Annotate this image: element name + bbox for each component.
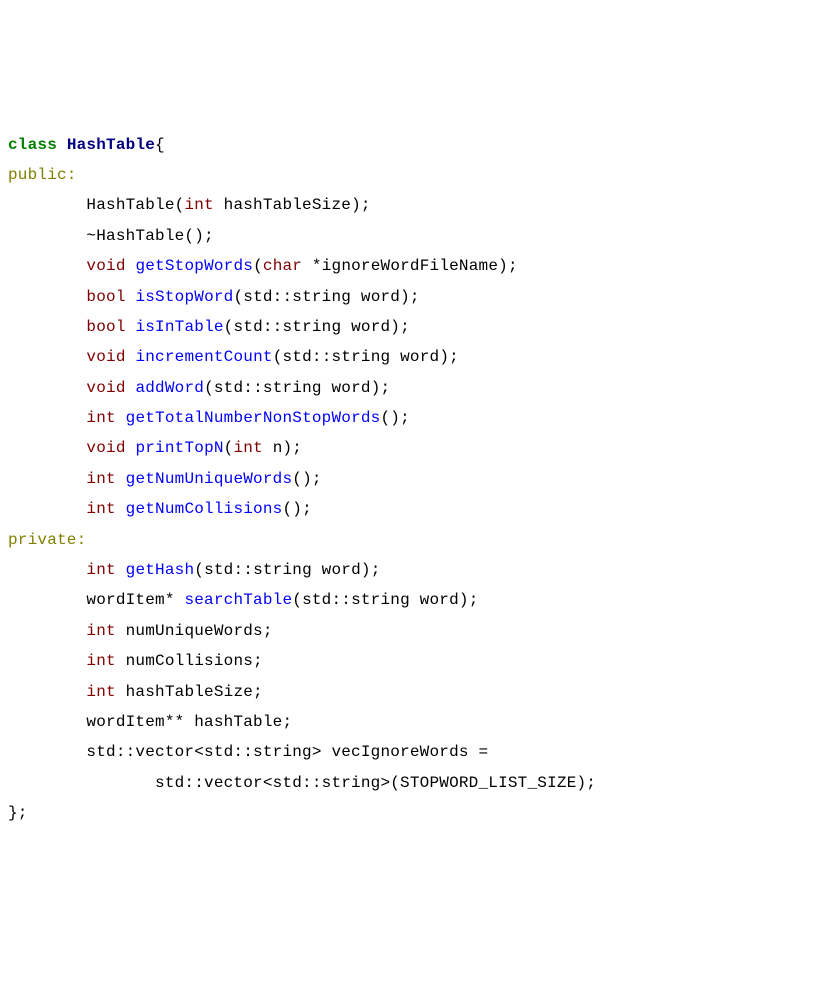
code-token: numCollisions; (116, 652, 263, 670)
code-token: std::vector<std::string> vecIgnoreWords … (8, 743, 488, 761)
code-token: (); (282, 500, 311, 518)
code-token (8, 683, 86, 701)
code-token: { (155, 136, 165, 154)
code-token: int (86, 409, 115, 427)
code-token: int (86, 470, 115, 488)
code-token: n); (263, 439, 302, 457)
code-token: void (86, 379, 125, 397)
code-token (8, 561, 86, 579)
code-token (126, 348, 136, 366)
code-token: wordItem* (8, 591, 184, 609)
code-token (8, 622, 86, 640)
code-token (8, 500, 86, 518)
code-token: (std::string word); (273, 348, 459, 366)
code-token (8, 288, 86, 306)
code-token: ( (253, 257, 263, 275)
code-token (8, 409, 86, 427)
code-token: (std::string word); (224, 318, 410, 336)
code-token: int (86, 561, 115, 579)
code-token (126, 257, 136, 275)
code-token: private: (8, 531, 86, 549)
code-token: getStopWords (135, 257, 253, 275)
code-token: (); (292, 470, 321, 488)
code-token: int (233, 439, 262, 457)
code-token (126, 439, 136, 457)
code-token (116, 409, 126, 427)
code-token: class (8, 136, 57, 154)
code-token: incrementCount (135, 348, 272, 366)
code-token (126, 288, 136, 306)
code-token (8, 348, 86, 366)
code-token: isInTable (135, 318, 223, 336)
code-token (8, 318, 86, 336)
code-token (57, 136, 67, 154)
code-token: (std::string word); (204, 379, 390, 397)
code-token: bool (86, 288, 125, 306)
code-token: isStopWord (135, 288, 233, 306)
code-token: (std::string word); (233, 288, 419, 306)
code-token: int (86, 622, 115, 640)
code-token (116, 561, 126, 579)
code-token (8, 379, 86, 397)
code-token: bool (86, 318, 125, 336)
code-token: getNumCollisions (126, 500, 283, 518)
code-token: getNumUniqueWords (126, 470, 293, 488)
code-token (126, 379, 136, 397)
code-token: void (86, 348, 125, 366)
code-token: char (263, 257, 302, 275)
code-token: hashTableSize); (214, 196, 371, 214)
code-token (126, 318, 136, 336)
code-token: ( (224, 439, 234, 457)
code-token: HashTable( (8, 196, 184, 214)
code-token: (); (380, 409, 409, 427)
code-token (8, 439, 86, 457)
code-token: ~HashTable(); (8, 227, 214, 245)
code-token: void (86, 439, 125, 457)
code-token: int (184, 196, 213, 214)
code-token: getTotalNumberNonStopWords (126, 409, 381, 427)
code-token: int (86, 500, 115, 518)
code-token (8, 470, 86, 488)
code-token: std::vector<std::string>(STOPWORD_LIST_S… (8, 774, 596, 792)
code-token: public: (8, 166, 77, 184)
code-token (8, 652, 86, 670)
code-token: HashTable (67, 136, 155, 154)
code-token: }; (8, 804, 28, 822)
code-token: void (86, 257, 125, 275)
code-token: numUniqueWords; (116, 622, 273, 640)
code-token: printTopN (135, 439, 223, 457)
code-snippet: class HashTable{ public: HashTable(int h… (8, 130, 823, 829)
code-token: searchTable (184, 591, 292, 609)
code-token: (std::string word); (194, 561, 380, 579)
code-token: wordItem** hashTable; (8, 713, 292, 731)
code-token: addWord (135, 379, 204, 397)
code-token: *ignoreWordFileName); (302, 257, 518, 275)
code-token (8, 257, 86, 275)
code-token: getHash (126, 561, 195, 579)
code-token (116, 500, 126, 518)
code-token: int (86, 652, 115, 670)
code-token: hashTableSize; (116, 683, 263, 701)
code-token: (std::string word); (292, 591, 478, 609)
code-token: int (86, 683, 115, 701)
code-token (116, 470, 126, 488)
